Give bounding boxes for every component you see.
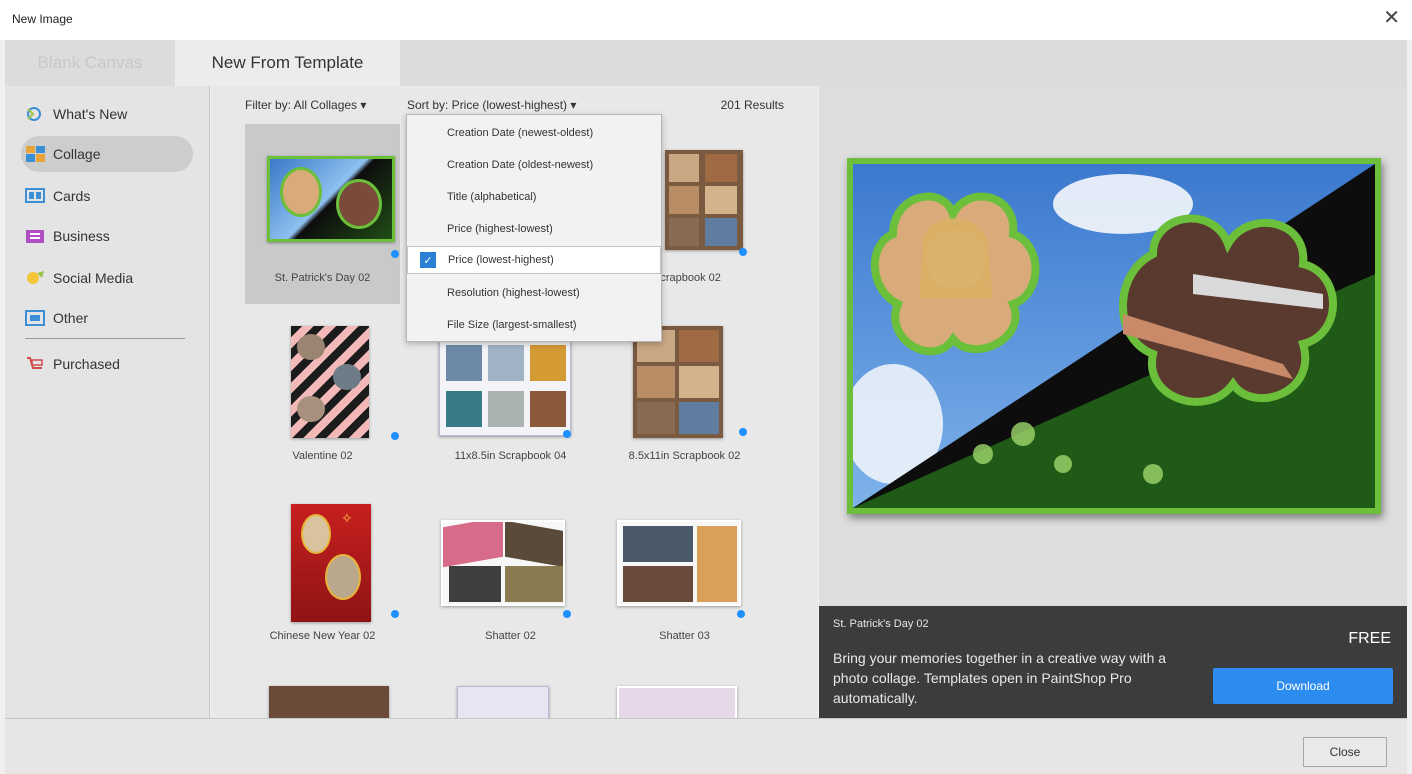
sidebar-item-label: Purchased bbox=[53, 356, 120, 372]
template-thumbnail bbox=[441, 520, 565, 606]
new-indicator-dot bbox=[563, 430, 571, 438]
template-thumbnail bbox=[633, 326, 723, 438]
sort-option[interactable]: File Size (largest-smallest) bbox=[407, 311, 661, 339]
whats-new-icon bbox=[25, 105, 47, 123]
sort-option[interactable]: Resolution (highest-lowest) bbox=[407, 279, 661, 307]
template-tile[interactable] bbox=[433, 678, 588, 718]
template-tile[interactable]: Shatter 03 bbox=[607, 496, 762, 676]
template-title: St. Patrick's Day 02 bbox=[274, 272, 371, 284]
sort-option[interactable]: Price (highest-lowest) bbox=[407, 215, 661, 243]
template-tile[interactable]: Shatter 02 bbox=[433, 496, 588, 676]
download-button[interactable]: Download bbox=[1213, 668, 1393, 704]
template-tile[interactable]: ✧ Chinese New Year 02 bbox=[245, 496, 400, 676]
preview-image bbox=[847, 158, 1381, 514]
template-thumbnail bbox=[439, 338, 571, 436]
sidebar-item-label: Other bbox=[53, 310, 89, 326]
social-media-icon bbox=[25, 269, 47, 287]
template-thumbnail bbox=[617, 520, 741, 606]
template-details-panel: St. Patrick's Day 02 FREE Bring your mem… bbox=[819, 606, 1407, 718]
new-indicator-dot bbox=[391, 250, 399, 258]
template-description: Bring your memories together in a creati… bbox=[833, 650, 1167, 706]
template-thumbnail bbox=[267, 156, 395, 242]
new-indicator-dot bbox=[737, 610, 745, 618]
purchased-icon bbox=[25, 355, 47, 373]
sidebar-item-label: Cards bbox=[53, 188, 91, 204]
new-indicator-dot bbox=[739, 428, 747, 436]
template-thumbnail: ✧ bbox=[291, 504, 371, 622]
sort-option-label: Price (lowest-highest) bbox=[448, 254, 554, 266]
new-indicator-dot bbox=[391, 610, 399, 618]
tab-blank-canvas[interactable]: Blank Canvas bbox=[5, 40, 175, 86]
template-title: Chinese New Year 02 bbox=[269, 630, 376, 642]
sidebar-item-social-media[interactable]: Social Media bbox=[21, 260, 193, 296]
template-tile[interactable] bbox=[245, 678, 400, 718]
template-thumbnail bbox=[291, 326, 369, 438]
close-button[interactable]: Close bbox=[1303, 737, 1387, 767]
close-icon[interactable]: ✕ bbox=[1383, 8, 1400, 28]
template-title: Shatter 03 bbox=[659, 630, 710, 642]
other-icon bbox=[25, 309, 47, 327]
template-tile[interactable]: St. Patrick's Day 02 bbox=[245, 124, 400, 304]
sort-option-selected[interactable]: ✓ Price (lowest-highest) bbox=[407, 246, 661, 274]
template-price: FREE bbox=[1348, 630, 1391, 647]
template-thumbnail bbox=[457, 686, 549, 718]
tab-bar: Blank Canvas New From Template bbox=[5, 40, 1407, 86]
sidebar-divider bbox=[25, 338, 185, 339]
sort-dropdown[interactable]: Sort by: Price (lowest-highest) ▾ bbox=[407, 98, 576, 112]
collage-icon bbox=[25, 145, 47, 163]
business-icon bbox=[25, 227, 47, 245]
sidebar-item-business[interactable]: Business bbox=[21, 218, 193, 254]
sort-option[interactable]: Creation Date (oldest-newest) bbox=[407, 151, 661, 179]
template-tile[interactable]: 8.5x11in Scrapbook 02 bbox=[607, 318, 762, 498]
sidebar-item-label: Social Media bbox=[53, 270, 134, 286]
template-title: 8.5x11in Scrapbook 02 bbox=[628, 450, 741, 462]
template-title: 11x8.5in Scrapbook 04 bbox=[454, 450, 567, 462]
template-tile[interactable] bbox=[607, 678, 762, 718]
sort-menu: Creation Date (newest-oldest) Creation D… bbox=[406, 114, 662, 342]
new-indicator-dot bbox=[391, 432, 399, 440]
title-bar: New Image ✕ bbox=[0, 0, 1412, 40]
window-title: New Image bbox=[12, 12, 73, 26]
sort-option[interactable]: Creation Date (newest-oldest) bbox=[407, 119, 661, 147]
sidebar-item-purchased[interactable]: Purchased bbox=[21, 346, 193, 382]
template-title: Scrapbook 02 bbox=[653, 272, 721, 284]
filter-dropdown[interactable]: Filter by: All Collages ▾ bbox=[245, 98, 366, 112]
template-tile[interactable]: 11x8.5in Scrapbook 04 bbox=[433, 318, 588, 498]
new-indicator-dot bbox=[739, 248, 747, 256]
new-indicator-dot bbox=[563, 610, 571, 618]
template-tile[interactable]: Valentine 02 bbox=[245, 318, 400, 498]
preview-panel bbox=[819, 86, 1407, 606]
sidebar-item-label: Business bbox=[53, 228, 110, 244]
sidebar-item-whats-new[interactable]: What's New bbox=[21, 96, 193, 132]
template-thumbnail bbox=[269, 686, 389, 718]
sidebar-item-label: Collage bbox=[53, 146, 101, 162]
template-title: Valentine 02 bbox=[292, 450, 353, 462]
tab-new-from-template[interactable]: New From Template bbox=[175, 40, 400, 86]
sidebar-item-label: What's New bbox=[53, 106, 128, 122]
template-thumbnail bbox=[665, 150, 743, 250]
checkmark-icon: ✓ bbox=[420, 252, 436, 268]
template-name: St. Patrick's Day 02 bbox=[833, 618, 929, 630]
category-sidebar: What's New Collage Cards Business Social… bbox=[5, 86, 210, 718]
sidebar-item-collage[interactable]: Collage bbox=[21, 136, 193, 172]
cards-icon bbox=[25, 187, 47, 205]
sidebar-item-other[interactable]: Other bbox=[21, 300, 193, 336]
results-count: 201 Results bbox=[720, 98, 784, 112]
sidebar-item-cards[interactable]: Cards bbox=[21, 178, 193, 214]
template-title: Shatter 02 bbox=[485, 630, 536, 642]
dialog-footer: Close bbox=[5, 718, 1407, 774]
sort-option[interactable]: Title (alphabetical) bbox=[407, 183, 661, 211]
preview-collage-art bbox=[853, 164, 1375, 508]
template-thumbnail bbox=[617, 686, 737, 718]
